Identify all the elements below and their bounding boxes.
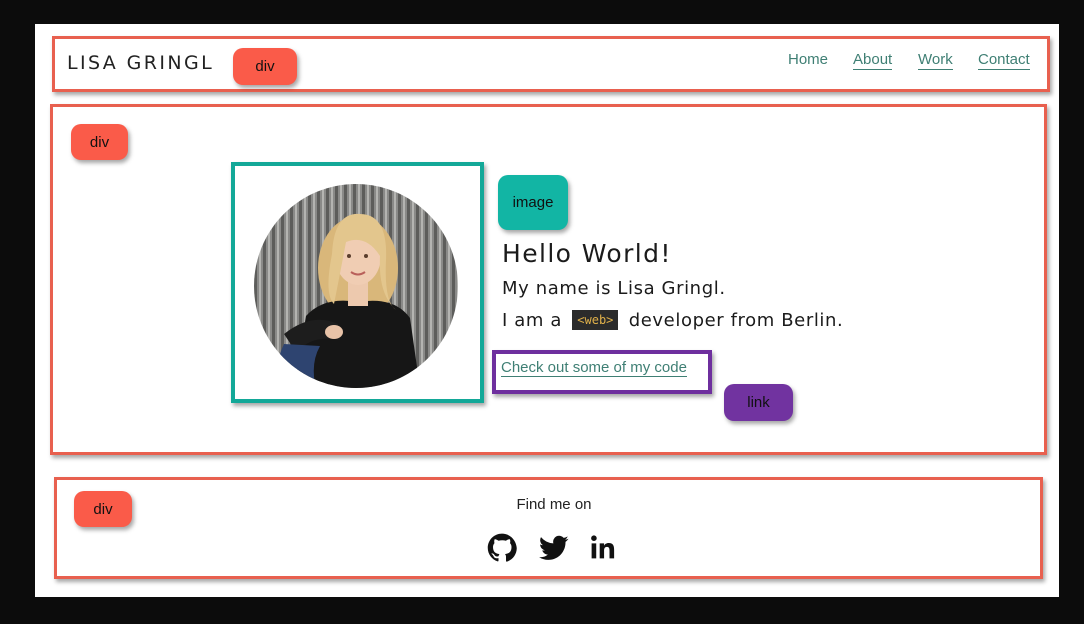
header-div-annotation: div [233, 48, 297, 85]
profile-photo [254, 184, 458, 388]
footer-label: Find me on [516, 496, 592, 513]
github-icon[interactable] [487, 533, 517, 563]
web-code-chip: <web> [572, 310, 619, 330]
linkedin-icon[interactable] [589, 533, 619, 563]
hero-intro: My name is Lisa Gringl. [502, 278, 726, 299]
nav-home-link[interactable]: Home [788, 51, 828, 68]
footer-container [54, 477, 1043, 579]
nav-about-link[interactable]: About [853, 51, 893, 70]
main-div-annotation: div [71, 124, 128, 160]
link-annotation: link [724, 384, 793, 421]
hero-role: I am a <web> developer from Berlin. [502, 310, 843, 331]
twitter-icon[interactable] [539, 533, 569, 563]
nav-work-link[interactable]: Work [918, 51, 953, 70]
hero-title: Hello World! [502, 239, 672, 268]
site-logo[interactable]: LISA GRINGL [67, 52, 214, 74]
code-link[interactable]: Check out some of my code [501, 359, 687, 377]
role-prefix: I am a [502, 310, 562, 331]
nav-contact-link[interactable]: Contact [978, 51, 1030, 70]
role-suffix: developer from Berlin. [628, 310, 844, 331]
image-annotation: image [498, 175, 568, 230]
